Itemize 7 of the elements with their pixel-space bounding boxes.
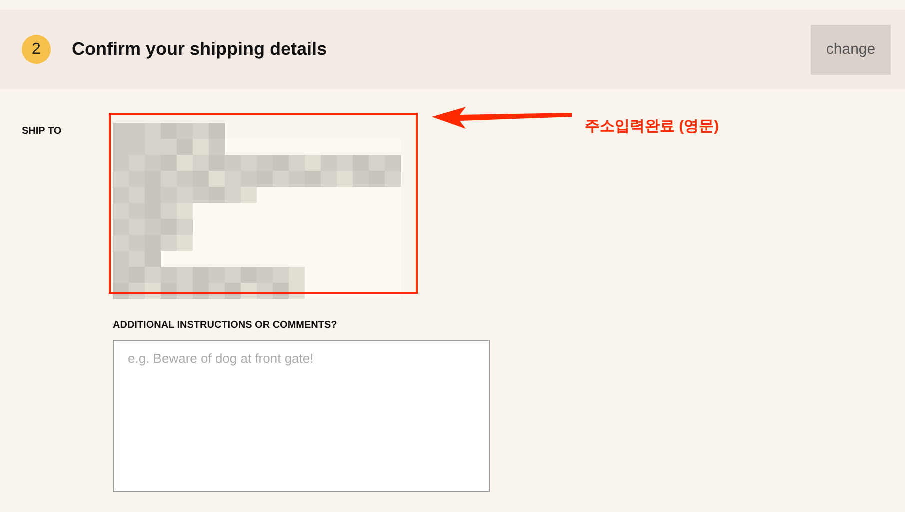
- comments-label: ADDITIONAL INSTRUCTIONS OR COMMENTS?: [113, 320, 338, 331]
- annotation-label: 주소입력완료 (영문): [585, 117, 720, 136]
- section-title: Confirm your shipping details: [72, 39, 328, 60]
- comments-field[interactable]: e.g. Beware of dog at front gate!: [113, 340, 490, 492]
- ship-to-label: SHIP TO: [22, 125, 63, 139]
- step-number-badge: 2: [22, 35, 51, 64]
- change-button[interactable]: change: [811, 24, 891, 74]
